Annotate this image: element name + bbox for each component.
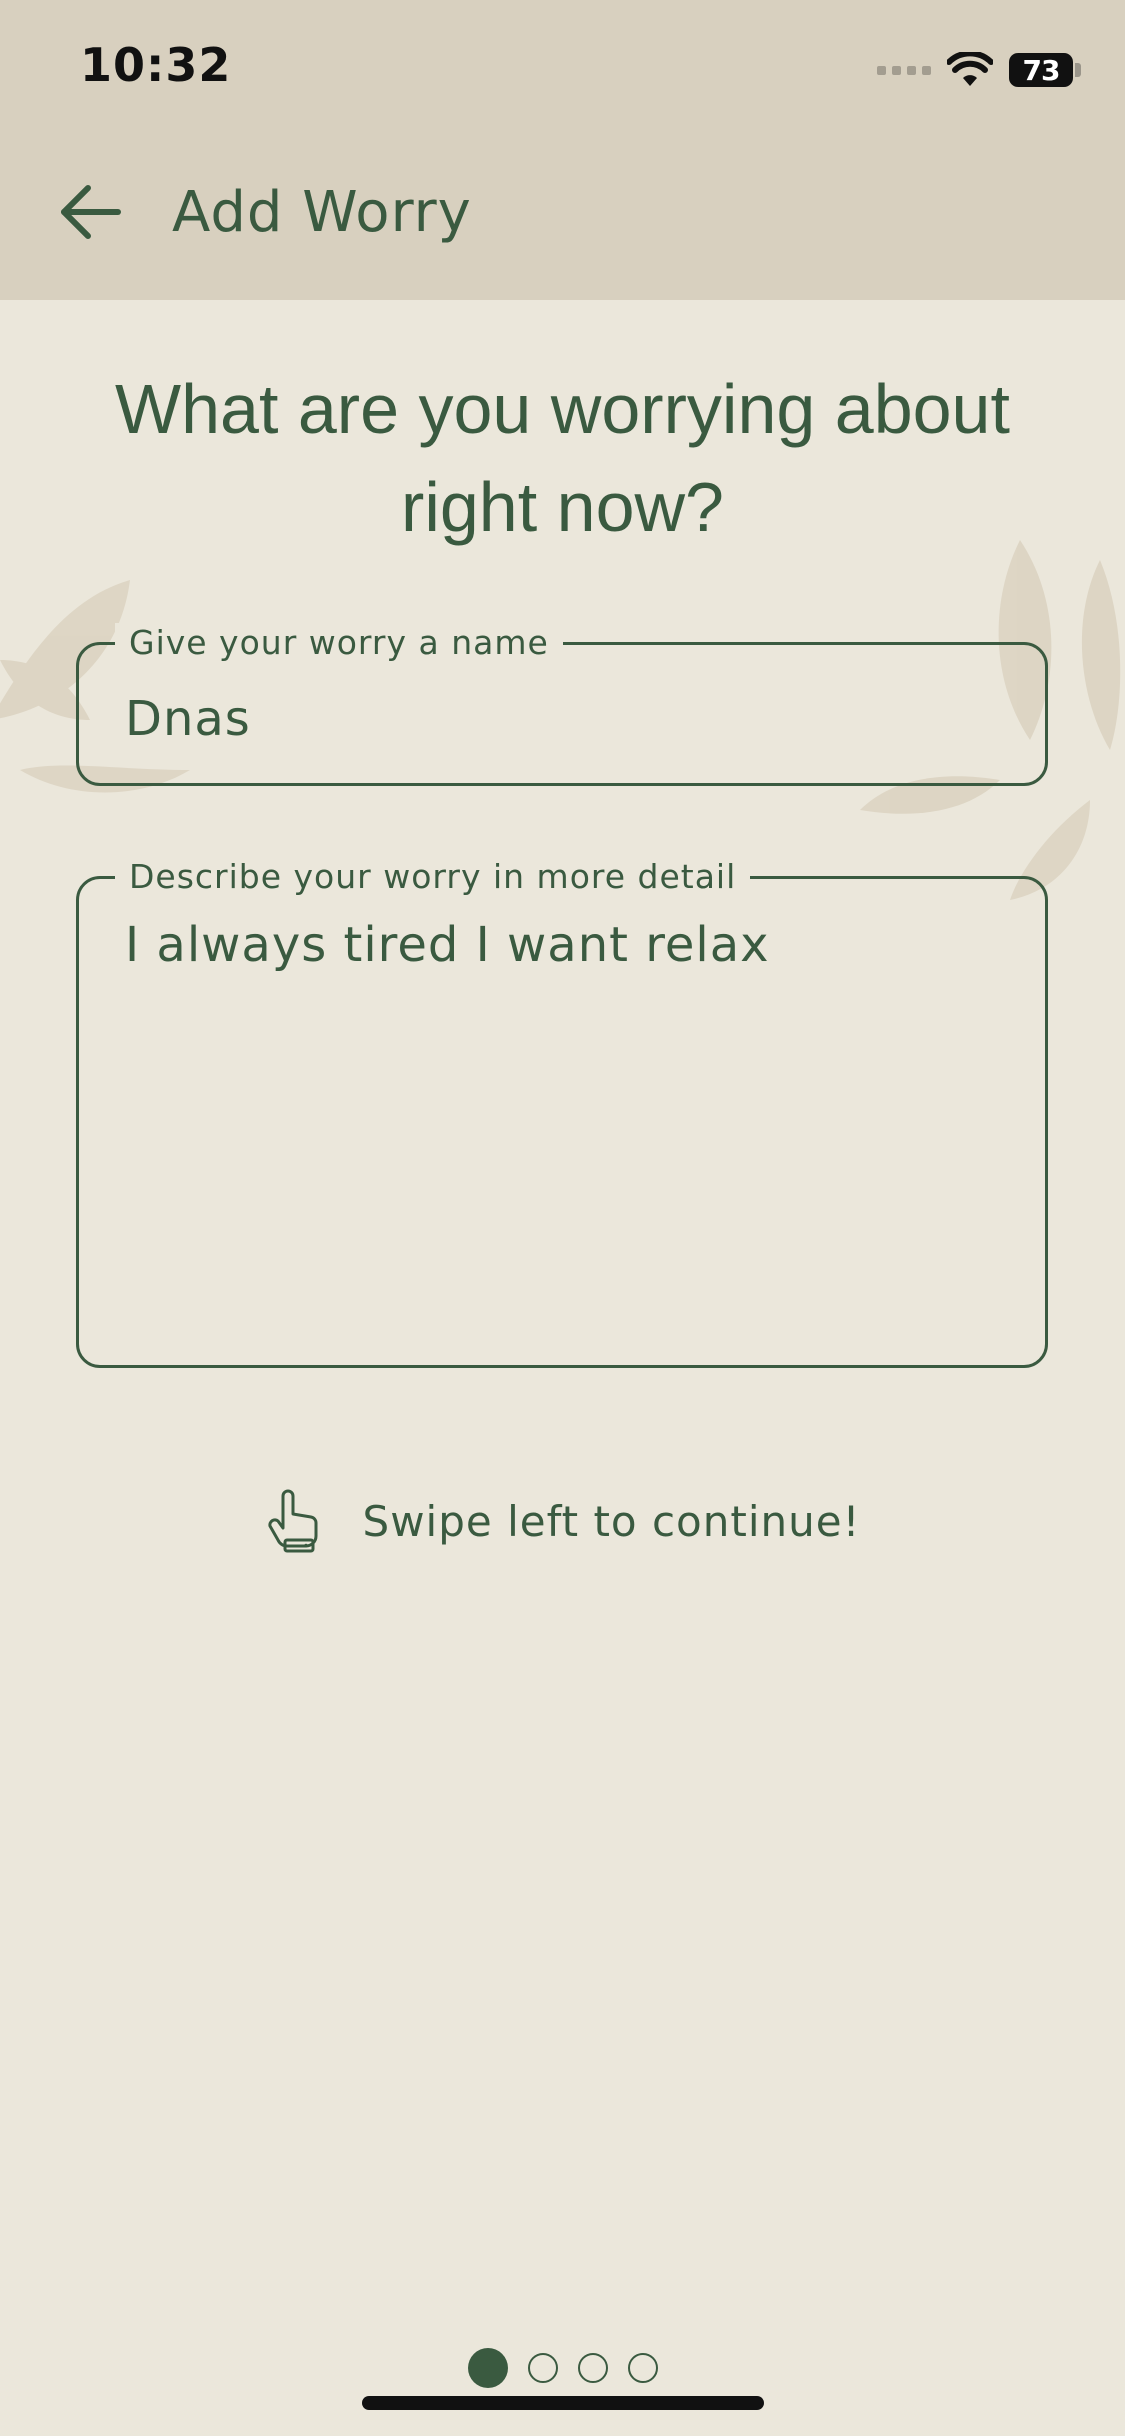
- battery-icon: 73: [1009, 53, 1073, 87]
- page-title: Add Worry: [172, 180, 472, 245]
- page-dot[interactable]: [627, 2353, 658, 2383]
- swipe-hint: Swipe left to continue!: [0, 1488, 1125, 1554]
- worry-name-input[interactable]: Dnas: [125, 691, 251, 747]
- page-dot-active[interactable]: [467, 2348, 508, 2388]
- status-icons: 73: [877, 48, 1081, 92]
- back-button[interactable]: [48, 170, 132, 254]
- add-worry-screen: 10:32 73 Add Worry What are you worrying…: [0, 0, 1125, 2436]
- swipe-hint-text: Swipe left to continue!: [362, 1496, 861, 1546]
- app-header: 10:32 73 Add Worry: [0, 0, 1125, 300]
- worry-detail-label: Describe your worry in more detail: [115, 857, 751, 896]
- page-indicator: [0, 2348, 1125, 2388]
- battery-cap: [1075, 63, 1081, 77]
- worry-detail-field[interactable]: Describe your worry in more detail I alw…: [76, 857, 1048, 1368]
- worry-detail-textarea[interactable]: I always tired I want relax: [125, 917, 770, 973]
- wifi-icon: [947, 52, 993, 86]
- question-headline: What are you worrying about right now?: [115, 370, 1010, 546]
- arrow-left-icon: [61, 185, 121, 239]
- worry-name-field[interactable]: Give your worry a name Dnas: [76, 623, 1048, 786]
- status-time: 10:32: [80, 38, 232, 92]
- home-indicator[interactable]: [362, 2396, 764, 2410]
- battery-level: 73: [1022, 53, 1061, 87]
- page-dot[interactable]: [527, 2353, 558, 2383]
- page-dot[interactable]: [577, 2353, 608, 2383]
- worry-name-label: Give your worry a name: [115, 623, 563, 662]
- signal-dots-icon: [877, 65, 931, 75]
- hand-pointer-icon: [267, 1489, 318, 1553]
